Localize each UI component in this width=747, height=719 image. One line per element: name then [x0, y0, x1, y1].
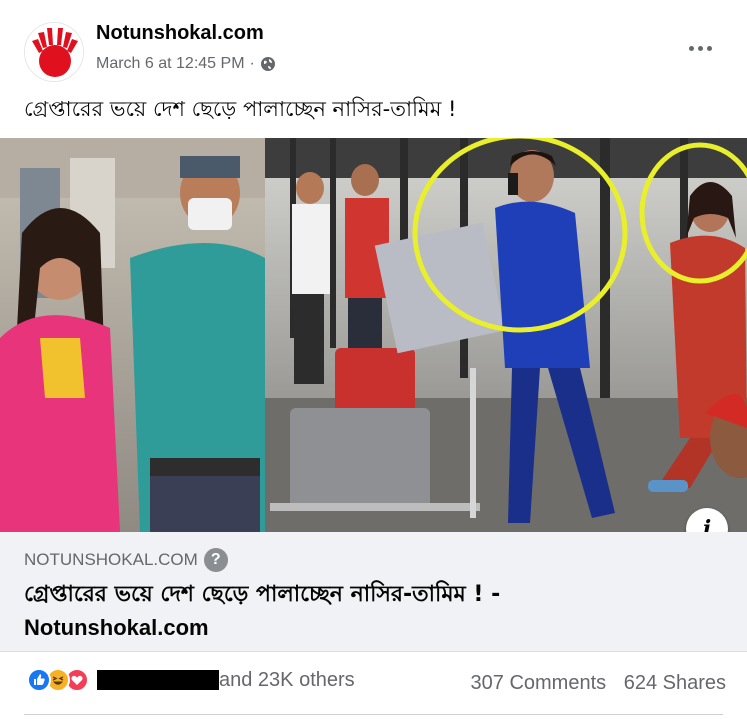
divider [24, 714, 723, 715]
like-icon [27, 668, 51, 692]
page-avatar[interactable] [24, 22, 84, 82]
reactions-summary[interactable]: and 23K others [27, 668, 355, 692]
link-title[interactable]: গ্রেপ্তারের ভয়ে দেশ ছেড়ে পালাচ্ছেন নাস… [24, 578, 724, 644]
airport-collage-image [0, 138, 747, 532]
shares-count-link[interactable]: 624 Shares [624, 672, 726, 694]
page-name[interactable]: Notunshokal.com [96, 22, 264, 45]
link-title-line-2: Notunshokal.com [24, 615, 209, 640]
link-domain: NOTUNSHOKAL.COM ? [24, 548, 228, 572]
post-timestamp[interactable]: March 6 at 12:45 PM [96, 55, 245, 73]
post-meta: March 6 at 12:45 PM · [96, 55, 276, 73]
more-options-button[interactable] [682, 36, 718, 60]
meta-separator: · [249, 55, 255, 72]
post-image[interactable] [0, 138, 747, 532]
link-title-line-1: গ্রেপ্তারের ভয়ে দেশ ছেড়ে পালাচ্ছেন নাস… [24, 582, 501, 607]
globe-icon[interactable] [260, 56, 276, 72]
more-dot [706, 45, 712, 51]
post-text: গ্রেপ্তারের ভয়ে দেশ ছেড়ে পালাচ্ছেন নাস… [24, 97, 457, 121]
engagement-counts: 307 Comments 624 Shares [471, 672, 726, 695]
help-icon[interactable]: ? [203, 548, 228, 572]
comments-count-link[interactable]: 307 Comments [471, 672, 607, 694]
sunburst-logo-icon [25, 23, 83, 81]
link-preview[interactable]: NOTUNSHOKAL.COM ? গ্রেপ্তারের ভয়ে দেশ ছ… [0, 532, 747, 652]
facebook-post-card: Notunshokal.com March 6 at 12:45 PM · গ্… [0, 0, 747, 719]
reactions-count-text: and 23K others [219, 668, 355, 691]
more-dot [688, 45, 694, 51]
more-dot [697, 45, 703, 51]
redacted-names [97, 670, 219, 690]
link-domain-text: NOTUNSHOKAL.COM [24, 550, 198, 569]
